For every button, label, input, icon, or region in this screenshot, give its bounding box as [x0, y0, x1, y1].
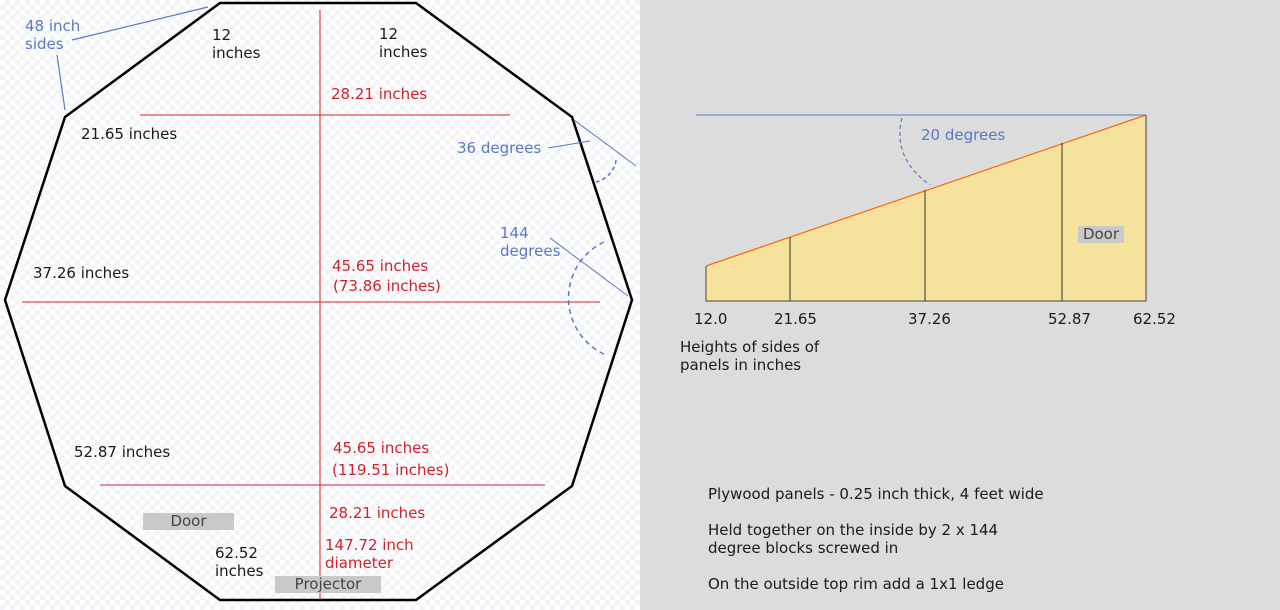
slope-angle-label: 20 degrees [921, 126, 1006, 144]
top-right-panel-unit: inches [379, 43, 428, 61]
side-leader-line-top [71, 6, 209, 41]
panel-height-label: 37.26 inches [33, 264, 130, 282]
chord-total-label: (119.51 inches) [332, 461, 450, 479]
wall-profile-drawing [696, 114, 1147, 302]
panel-height-label: 52.87 inches [74, 443, 171, 461]
angle36-arc [595, 159, 617, 183]
side-length-line2: sides [25, 35, 64, 53]
door-tag: Door [143, 513, 234, 530]
panel-height-label: 21.65 inches [81, 125, 178, 143]
floor-plan-panel: 48 inch sides 12 inches 12 inches 21.65 … [0, 0, 640, 610]
note-blocks-line2: degree blocks screwed in [708, 539, 899, 557]
top-left-panel-label: 12 inches [212, 26, 260, 62]
exterior-angle-extension [573, 119, 637, 167]
interior-angle-value: 144 [500, 224, 529, 242]
height-tick-label: 21.65 [774, 310, 817, 328]
chord-length-label: 28.21 inches [329, 504, 426, 522]
profile-caption-line1: Heights of sides of [680, 338, 820, 356]
angle144-arc [567, 241, 607, 356]
bottom-panel-label: 62.52 inches [215, 544, 263, 580]
interior-angle-label: 144 degrees [500, 224, 560, 260]
diameter-label: 147.72 inch diameter [325, 536, 414, 572]
diameter-unit: diameter [325, 554, 393, 572]
top-left-panel-value: 12 [212, 26, 232, 44]
chord-total-label: (73.86 inches) [333, 277, 441, 295]
side-length-line1: 48 inch [25, 17, 81, 35]
wall-profile-panel: 20 degrees Door 12.0 21.65 37.26 52.87 6… [640, 0, 1280, 610]
top-right-panel-label: 12 inches [379, 25, 427, 61]
top-left-panel-unit: inches [212, 44, 261, 62]
side-length-label: 48 inch sides [25, 17, 80, 53]
height-tick-label: 62.52 [1133, 310, 1176, 328]
note-blocks-line1: Held together on the inside by 2 x 144 [708, 521, 999, 539]
profile-caption-line2: panels in inches [680, 356, 802, 374]
height-tick-label: 52.87 [1048, 310, 1091, 328]
top-right-panel-value: 12 [379, 25, 399, 43]
diameter-value: 147.72 inch [325, 536, 414, 554]
side-leader-line-left [56, 54, 66, 111]
floor-plan-drawing [3, 1, 637, 602]
note-ledge: On the outside top rim add a 1x1 ledge [708, 575, 1004, 593]
chord-length-label: 45.65 inches [332, 257, 429, 275]
note-panels: Plywood panels - 0.25 inch thick, 4 feet… [708, 485, 1044, 503]
angle36-leader [547, 140, 591, 149]
bottom-panel-unit: inches [215, 562, 264, 580]
projector-tag: Projector [275, 576, 381, 593]
interior-angle-unit: degrees [500, 242, 561, 260]
profile-door-tag: Door [1078, 226, 1124, 243]
chord-length-label: 28.21 inches [331, 85, 428, 103]
bottom-panel-value: 62.52 [215, 544, 258, 562]
angle144-leader [549, 237, 629, 297]
height-tick-label: 12.0 [694, 310, 728, 328]
profile-caption: Heights of sides of panels in inches [680, 338, 819, 374]
exterior-angle-label: 36 degrees [457, 139, 542, 157]
chord-length-label: 45.65 inches [333, 439, 430, 457]
height-tick-label: 37.26 [908, 310, 951, 328]
